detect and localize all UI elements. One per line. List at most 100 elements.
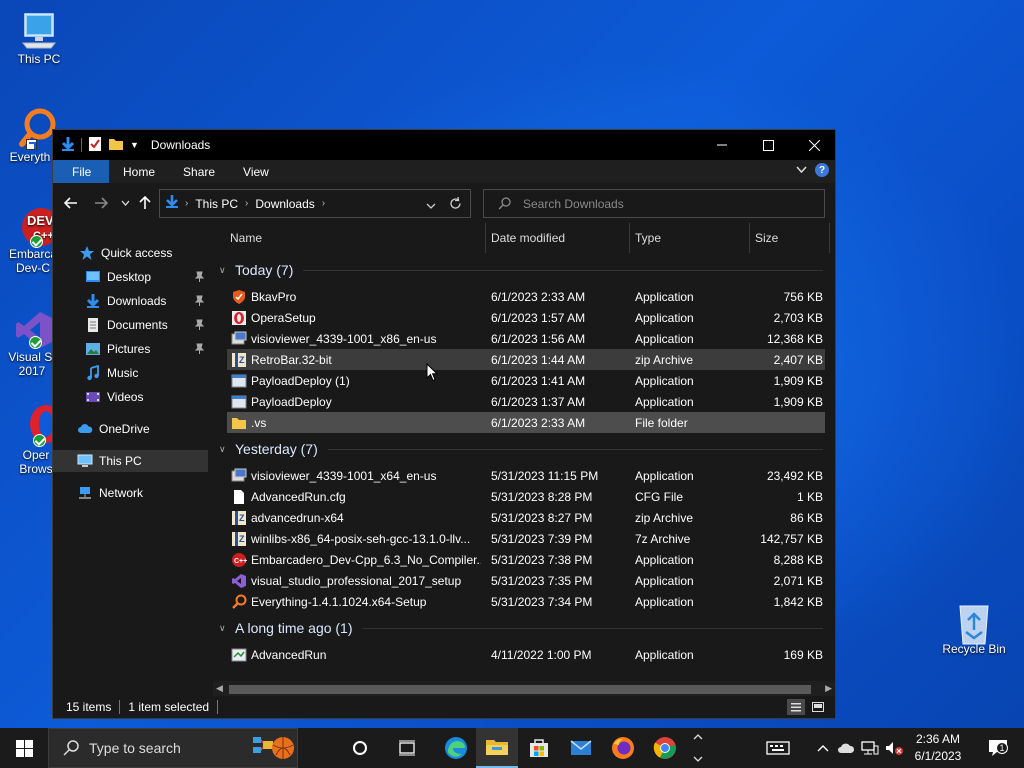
properties-icon[interactable]	[88, 136, 102, 155]
file-row[interactable]: Everything-1.4.1.1024.x64-Setup 5/31/202…	[227, 591, 825, 612]
file-date: 5/31/2023 7:38 PM	[491, 553, 593, 567]
action-center-button[interactable]: 1	[978, 728, 1018, 768]
scrollbar-thumb[interactable]	[229, 685, 811, 694]
tab-home[interactable]: Home	[109, 160, 169, 183]
file-row-selected[interactable]: .vs 6/1/2023 2:33 AM File folder	[227, 412, 825, 433]
column-divider[interactable]	[749, 223, 750, 253]
file-row[interactable]: PayloadDeploy (1) 6/1/2023 1:41 AM Appli…	[227, 370, 825, 391]
desktop-icon-this-pc[interactable]: This PC	[1, 10, 77, 66]
group-header-long-ago[interactable]: ∨ A long time ago (1)	[213, 617, 833, 639]
file-type: Application	[635, 648, 694, 662]
file-date: 5/31/2023 11:15 PM	[491, 469, 599, 483]
column-size[interactable]: Size	[755, 231, 778, 245]
taskbar-search-box[interactable]: Type to search	[48, 728, 298, 768]
file-row[interactable]: visual_studio_professional_2017_setup 5/…	[227, 570, 825, 591]
clock-date: 6/1/2023	[914, 749, 962, 763]
taskbar-firefox-button[interactable]	[602, 728, 644, 768]
breadcrumb-this-pc[interactable]: This PC	[195, 197, 238, 211]
help-button[interactable]: ?	[815, 163, 829, 177]
nav-onedrive[interactable]: OneDrive	[53, 418, 208, 440]
keyboard-layout-icon[interactable]	[764, 741, 792, 755]
expand-ribbon-icon[interactable]	[796, 163, 807, 177]
tab-share[interactable]: Share	[169, 160, 229, 183]
nav-pictures[interactable]: Pictures	[53, 338, 208, 360]
column-divider[interactable]	[829, 223, 830, 253]
minimize-button[interactable]	[699, 130, 745, 160]
nav-music[interactable]: Music	[53, 362, 208, 384]
scroll-right-icon[interactable]: ▶	[825, 683, 832, 694]
svg-text:Z: Z	[239, 534, 245, 544]
nav-this-pc[interactable]: This PC	[53, 450, 208, 472]
back-button[interactable]	[61, 193, 81, 213]
forward-button[interactable]	[91, 193, 111, 213]
nav-downloads[interactable]: Downloads	[53, 290, 208, 312]
file-row[interactable]: visioviewer_4339-1001_x86_en-us 6/1/2023…	[227, 328, 825, 349]
recycle-bin-icon	[954, 600, 994, 645]
nav-network[interactable]: Network	[53, 482, 208, 504]
recent-locations-button[interactable]	[115, 193, 135, 213]
file-row[interactable]: PayloadDeploy 6/1/2023 1:37 AM Applicati…	[227, 391, 825, 412]
file-row-hovered[interactable]: Z RetroBar.32-bit 6/1/2023 1:44 AM zip A…	[227, 349, 825, 370]
close-button[interactable]	[791, 130, 837, 160]
file-row[interactable]: OperaSetup 6/1/2023 1:57 AM Application …	[227, 307, 825, 328]
downloads-arrow-icon[interactable]	[61, 136, 75, 155]
taskbar-edge-button[interactable]	[434, 728, 478, 768]
network-status-icon[interactable]	[858, 740, 882, 756]
taskbar-overflow-button[interactable]	[688, 728, 708, 768]
search-field[interactable]: Search Downloads	[483, 189, 825, 218]
taskbar-clock[interactable]: 2:36 AM 6/1/2023	[908, 731, 968, 765]
maximize-button[interactable]	[745, 130, 791, 160]
taskbar-chrome-button[interactable]	[644, 728, 686, 768]
file-date: 5/31/2023 7:39 PM	[491, 532, 593, 546]
volume-muted-icon[interactable]	[882, 740, 906, 756]
column-name[interactable]: Name	[230, 231, 262, 245]
refresh-button[interactable]	[449, 196, 462, 213]
nav-desktop[interactable]: Desktop	[53, 266, 208, 288]
onedrive-cloud-icon[interactable]	[834, 742, 858, 754]
selection-count: 1 item selected	[128, 700, 210, 714]
chevron-down-icon: ∨	[219, 623, 226, 633]
new-folder-icon[interactable]	[108, 136, 124, 155]
notification-icon: 1	[988, 739, 1008, 757]
column-divider[interactable]	[629, 223, 630, 253]
opera-setup-icon	[231, 310, 247, 326]
taskbar-file-explorer-button[interactable]	[476, 728, 518, 768]
desktop-icon-recycle-bin[interactable]: Recycle Bin	[936, 600, 1012, 656]
tab-file[interactable]: File	[53, 160, 109, 183]
tab-view[interactable]: View	[229, 160, 283, 183]
address-history-button[interactable]	[426, 199, 436, 213]
file-row[interactable]: AdvancedRun.cfg 5/31/2023 8:28 PM CFG Fi…	[227, 486, 825, 507]
start-button[interactable]	[0, 728, 48, 768]
file-row[interactable]: Z winlibs-x86_64-posix-seh-gcc-13.1.0-ll…	[227, 528, 825, 549]
file-row[interactable]: Z advancedrun-x64 5/31/2023 8:27 PM zip …	[227, 507, 825, 528]
details-view-button[interactable]	[787, 699, 805, 715]
videos-icon	[85, 389, 101, 405]
address-bar[interactable]: › This PC › Downloads ›	[159, 189, 471, 218]
file-row[interactable]: visioviewer_4339-1001_x64_en-us 5/31/202…	[227, 465, 825, 486]
desktop-icon-label: This PC	[17, 52, 61, 66]
up-button[interactable]	[135, 193, 155, 213]
file-row[interactable]: BkavPro 6/1/2023 2:33 AM Application 756…	[227, 286, 825, 307]
nav-documents[interactable]: Documents	[53, 314, 208, 336]
nav-videos[interactable]: Videos	[53, 386, 208, 408]
advancedrun-icon	[231, 647, 247, 663]
chevron-down-icon[interactable]: ▼	[130, 140, 139, 150]
taskbar-store-button[interactable]	[518, 728, 560, 768]
column-type[interactable]: Type	[635, 231, 661, 245]
breadcrumb-downloads[interactable]: Downloads	[255, 197, 314, 211]
large-icons-view-button[interactable]	[809, 699, 827, 715]
everything-search-icon	[10, 108, 56, 150]
file-row[interactable]: C++ Embarcadero_Dev-Cpp_6.3_No_Compiler.…	[227, 549, 825, 570]
column-divider[interactable]	[485, 223, 486, 253]
nav-quick-access[interactable]: Quick access	[53, 242, 208, 264]
task-view-button[interactable]	[386, 728, 428, 768]
file-row[interactable]: AdvancedRun 4/11/2022 1:00 PM Applicatio…	[227, 644, 825, 665]
group-header-today[interactable]: ∨ Today (7)	[213, 259, 833, 281]
group-header-yesterday[interactable]: ∨ Yesterday (7)	[213, 438, 833, 460]
taskbar-mail-button[interactable]	[560, 728, 602, 768]
sync-check-icon	[30, 235, 43, 248]
scroll-left-icon[interactable]: ◀	[216, 683, 223, 694]
column-date-modified[interactable]: Date modified	[491, 231, 565, 245]
show-hidden-icons-chevron-icon[interactable]	[812, 744, 834, 752]
cortana-button[interactable]	[340, 728, 380, 768]
